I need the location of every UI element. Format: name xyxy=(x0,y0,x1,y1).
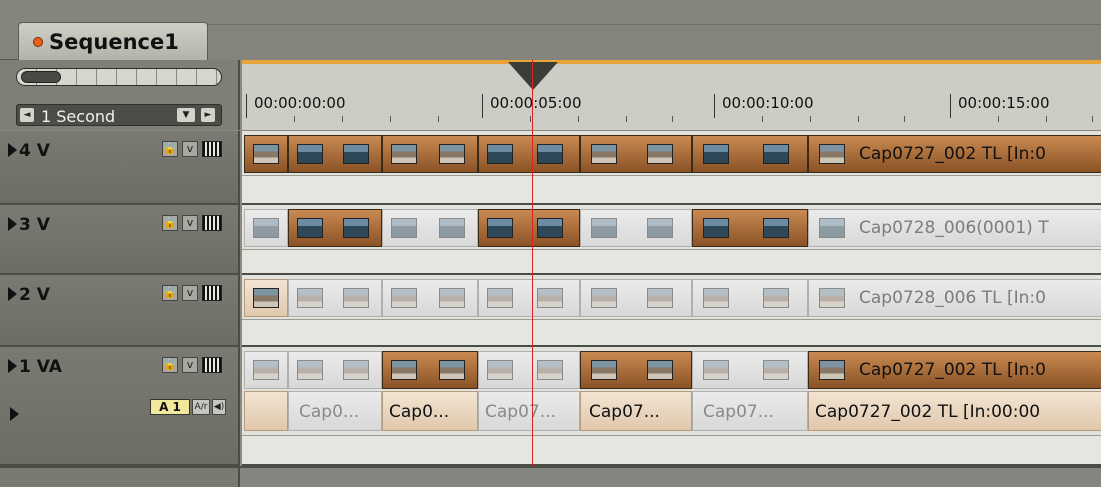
record-dot-icon xyxy=(33,37,43,47)
visibility-icon[interactable]: v xyxy=(182,357,198,373)
tab-strip xyxy=(208,24,1101,60)
timecode-ruler[interactable]: 00:00:00:00 00:00:05:00 00:00:10:00 00:0… xyxy=(242,60,1101,130)
bottom-panel xyxy=(0,466,1101,487)
timecode-label: 00:00:00:00 xyxy=(254,94,346,112)
clip[interactable] xyxy=(580,279,692,317)
track-lane-3v[interactable]: Cap0728_006(0001) T xyxy=(242,205,1101,275)
clip[interactable] xyxy=(580,351,692,389)
track-lane-1va[interactable]: Cap0727_002 TL [In:0 Cap0... Cap0... Cap… xyxy=(242,347,1101,466)
lock-icon[interactable]: 🔒 xyxy=(162,141,178,157)
clip[interactable] xyxy=(478,135,580,173)
track-name: 2 V xyxy=(8,285,50,305)
clip[interactable] xyxy=(692,351,808,389)
clip-name: Cap0728_006 TL [In:0 xyxy=(859,288,1046,308)
track-header-3v[interactable]: 3 V 🔒 v xyxy=(0,205,240,275)
unit-prev-icon[interactable]: ◄ xyxy=(20,108,34,122)
timecode-label: 00:00:15:00 xyxy=(958,94,1050,112)
time-unit-selector[interactable]: ◄ 1 Second ▼ ► xyxy=(16,104,222,126)
visibility-icon[interactable]: v xyxy=(182,215,198,231)
visibility-icon[interactable]: v xyxy=(182,141,198,157)
zoom-slider-thumb[interactable] xyxy=(21,71,61,83)
filmstrip-icon[interactable] xyxy=(202,141,222,157)
filmstrip-icon[interactable] xyxy=(202,357,222,373)
clip-name: Cap0728_006(0001) T xyxy=(859,218,1049,238)
audio-clip[interactable]: Cap0727_002 TL [In:00:00 xyxy=(808,391,1101,431)
unit-label: 1 Second xyxy=(41,107,116,126)
track-name: 4 V xyxy=(8,141,50,161)
zoom-slider[interactable] xyxy=(16,68,222,86)
track-lane-4v[interactable]: Cap0727_002 TL [In:0 xyxy=(242,131,1101,205)
clip[interactable] xyxy=(288,209,382,247)
audio-expand-triangle-icon[interactable] xyxy=(10,407,19,421)
clip[interactable] xyxy=(692,209,808,247)
visibility-icon[interactable]: v xyxy=(182,285,198,301)
timeline-header-controls: ◄ 1 Second ▼ ► xyxy=(0,60,240,130)
track-header-2v[interactable]: 2 V 🔒 v xyxy=(0,275,240,347)
clip[interactable] xyxy=(244,135,288,173)
clip[interactable] xyxy=(288,279,382,317)
track-name: 1 VA xyxy=(8,357,62,377)
bottom-header xyxy=(0,468,240,487)
clip[interactable]: Cap0727_002 TL [In:0 xyxy=(808,351,1101,389)
expand-triangle-icon[interactable] xyxy=(8,143,17,157)
tab-label: Sequence1 xyxy=(49,30,179,54)
clip[interactable] xyxy=(382,351,478,389)
filmstrip-icon[interactable] xyxy=(202,215,222,231)
clip[interactable] xyxy=(692,279,808,317)
chevron-down-icon[interactable]: ▼ xyxy=(177,108,195,122)
tab-sequence1[interactable]: Sequence1 xyxy=(18,22,208,60)
timeline-window: Sequence1 ◄ 1 Second ▼ ► 00:00:00:00 00:… xyxy=(0,0,1101,487)
expand-triangle-icon[interactable] xyxy=(8,359,17,373)
audio-clip[interactable]: Cap07... xyxy=(692,391,808,431)
clip[interactable] xyxy=(382,279,478,317)
lock-icon[interactable]: 🔒 xyxy=(162,215,178,231)
audio-clip[interactable]: Cap0... xyxy=(288,391,382,431)
timecode-label: 00:00:10:00 xyxy=(722,94,814,112)
audio-channel-badge[interactable]: A 1 xyxy=(150,399,190,415)
clip[interactable] xyxy=(288,351,382,389)
track-name: 3 V xyxy=(8,215,50,235)
clip[interactable] xyxy=(382,209,478,247)
unit-next-icon[interactable]: ► xyxy=(201,108,215,122)
filmstrip-icon[interactable] xyxy=(202,285,222,301)
clip[interactable] xyxy=(478,209,580,247)
clip[interactable]: Cap0728_006 TL [In:0 xyxy=(808,279,1101,317)
playhead-line[interactable] xyxy=(532,60,533,480)
expand-triangle-icon[interactable] xyxy=(8,287,17,301)
lock-icon[interactable]: 🔒 xyxy=(162,357,178,373)
audio-clip[interactable]: Cap07... xyxy=(580,391,692,431)
audio-clip[interactable]: Cap0... xyxy=(382,391,478,431)
lock-icon[interactable]: 🔒 xyxy=(162,285,178,301)
tab-bar: Sequence1 xyxy=(0,0,1101,60)
speaker-icon[interactable]: ◀) xyxy=(212,399,226,415)
clip[interactable] xyxy=(382,135,478,173)
playhead-marker[interactable] xyxy=(508,62,558,90)
clip[interactable] xyxy=(478,279,580,317)
clip[interactable] xyxy=(478,351,580,389)
clip[interactable] xyxy=(580,209,692,247)
clip[interactable] xyxy=(580,135,692,173)
timecode-label: 00:00:05:00 xyxy=(490,94,582,112)
clip[interactable]: Cap0728_006(0001) T xyxy=(808,209,1101,247)
clip[interactable] xyxy=(244,279,288,317)
clip[interactable] xyxy=(692,135,808,173)
clip-name: Cap0727_002 TL [In:0 xyxy=(859,144,1046,164)
audio-clip[interactable]: Cap07... xyxy=(478,391,580,431)
expand-triangle-icon[interactable] xyxy=(8,217,17,231)
clip[interactable] xyxy=(244,209,288,247)
track-lane-2v[interactable]: Cap0728_006 TL [In:0 xyxy=(242,275,1101,347)
clip-name: Cap0727_002 TL [In:0 xyxy=(859,360,1046,380)
audio-clip[interactable] xyxy=(244,391,288,431)
audio-format-icon[interactable]: A/r xyxy=(192,399,210,415)
track-header-4v[interactable]: 4 V 🔒 v xyxy=(0,131,240,205)
clip[interactable]: Cap0727_002 TL [In:0 xyxy=(808,135,1101,173)
clip[interactable] xyxy=(288,135,382,173)
clip[interactable] xyxy=(244,351,288,389)
track-header-1va[interactable]: 1 VA 🔒 v A 1 A/r ◀) xyxy=(0,347,240,466)
